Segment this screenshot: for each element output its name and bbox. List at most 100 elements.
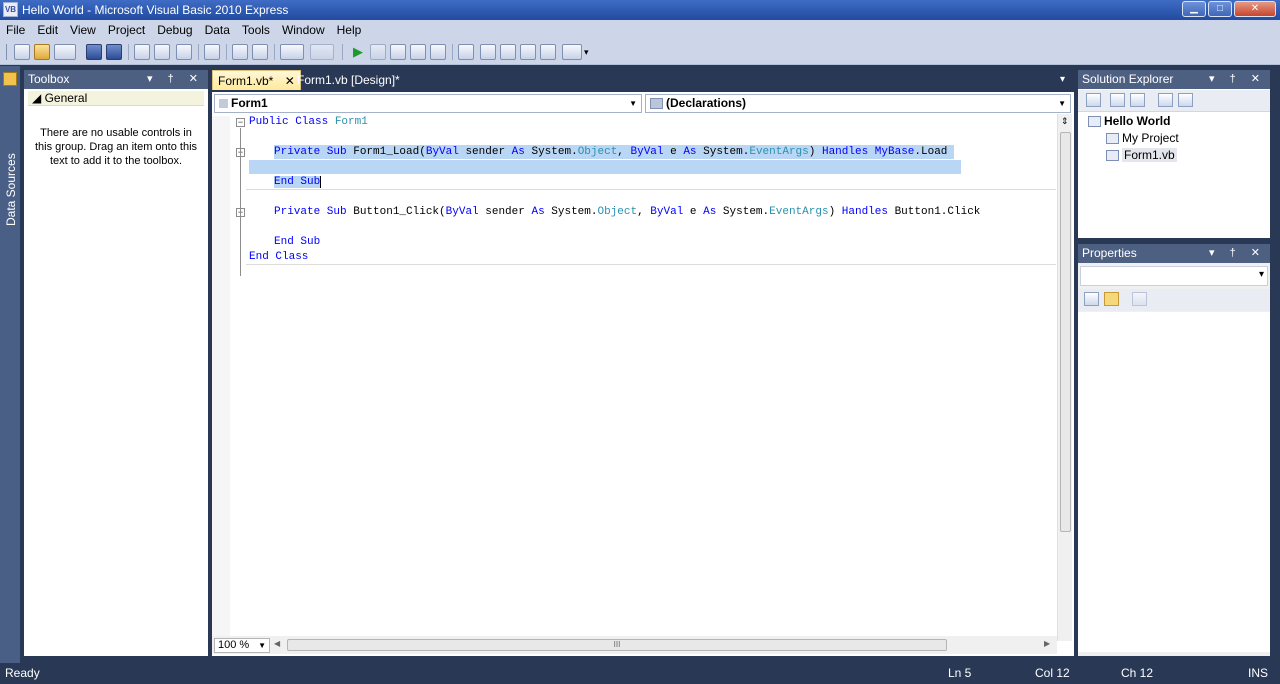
tab-form1-design[interactable]: Form1.vb [Design]* [292, 70, 405, 90]
save-icon[interactable] [86, 44, 102, 60]
add-item-icon[interactable] [54, 44, 76, 60]
undo-icon[interactable] [280, 44, 304, 60]
maximize-icon[interactable]: □ [1208, 1, 1232, 17]
chevron-down-icon[interactable]: ▼ [258, 639, 266, 652]
code-line-10[interactable]: End Class [249, 250, 308, 264]
object-selector-combo[interactable]: ▾ [1080, 266, 1268, 286]
menu-edit[interactable]: Edit [31, 20, 64, 40]
toolbox-group-general[interactable]: ◢ General [28, 91, 204, 106]
menu-debug[interactable]: Debug [151, 20, 198, 40]
tree-item-my-project[interactable]: My Project [1106, 130, 1179, 146]
zoom-combo[interactable]: 100 % ▼ [214, 638, 270, 653]
error-list-icon[interactable] [562, 44, 582, 60]
code-line-3-selected[interactable]: Private Sub Form1_Load(ByVal sender As S… [274, 145, 955, 159]
menu-data[interactable]: Data [199, 20, 236, 40]
minimize-icon[interactable]: ▁ [1182, 1, 1206, 17]
tree-item-solution[interactable]: Hello World [1088, 113, 1170, 129]
new-project-icon[interactable] [14, 44, 30, 60]
paste-icon[interactable] [176, 44, 192, 60]
property-grid[interactable] [1078, 312, 1270, 652]
menu-help[interactable]: Help [331, 20, 368, 40]
menu-view[interactable]: View [64, 20, 102, 40]
tab-form1-vb[interactable]: Form1.vb* ✕ [212, 70, 301, 90]
data-sources-tab[interactable]: Data Sources [4, 153, 18, 226]
tab-list-dropdown-icon[interactable]: ▾ [1055, 70, 1070, 90]
properties-icon[interactable] [1110, 93, 1125, 107]
solution-explorer-window-buttons[interactable]: ▾ † ✕ [1209, 70, 1266, 89]
tree-item-form1[interactable]: Form1.vb [1106, 147, 1177, 163]
splitter-icon[interactable]: ⇕ [1061, 116, 1069, 127]
identifier: sender [458, 146, 512, 158]
punctuation: ) [828, 206, 842, 218]
menu-file[interactable]: File [0, 20, 31, 40]
collapse-icon[interactable]: − [236, 118, 245, 127]
comment-icon[interactable] [232, 44, 248, 60]
step-into-icon[interactable] [390, 44, 406, 60]
keyword: ByVal [630, 146, 664, 158]
code-line-5[interactable]: End Sub [274, 175, 322, 189]
tree-item-label: My Project [1122, 131, 1179, 145]
property-pages-icon[interactable] [1132, 292, 1147, 306]
chevron-down-icon[interactable]: ▼ [629, 95, 637, 112]
scroll-left-icon[interactable]: ◀ [274, 639, 280, 648]
method-name: Button1_Click( [353, 206, 446, 218]
toolbar-grip[interactable] [6, 44, 7, 60]
class-name-combo[interactable]: Form1 ▼ [214, 94, 642, 113]
horizontal-scroll-thumb[interactable]: III [287, 639, 947, 651]
keyword: End Class [249, 251, 309, 263]
indicator-margin[interactable] [212, 116, 230, 641]
toolbar-separator [198, 44, 199, 60]
keyword: Private Sub [274, 146, 354, 158]
categorized-icon[interactable] [1084, 292, 1099, 306]
close-icon[interactable]: ✕ [1234, 1, 1276, 17]
object-browser-icon[interactable] [500, 44, 516, 60]
menu-project[interactable]: Project [102, 20, 151, 40]
code-line-9[interactable]: End Sub [274, 235, 320, 249]
menu-window[interactable]: Window [276, 20, 331, 40]
vertical-scrollbar[interactable]: ⇕ [1057, 114, 1072, 641]
start-debugging-icon[interactable]: ▶ [350, 44, 366, 60]
keyword: As [531, 206, 545, 218]
properties-window-icon[interactable] [480, 44, 496, 60]
cut-icon[interactable] [134, 44, 150, 60]
method-name-combo[interactable]: (Declarations) ▼ [645, 94, 1071, 113]
redo-icon[interactable] [310, 44, 334, 60]
step-over-icon[interactable] [410, 44, 426, 60]
vb-app-icon: VB [3, 2, 18, 17]
start-page-icon[interactable] [540, 44, 556, 60]
toolbox-window-buttons[interactable]: ▾ † ✕ [147, 70, 204, 89]
uncomment-icon[interactable] [252, 44, 268, 60]
stop-debugging-icon[interactable] [370, 44, 386, 60]
find-icon[interactable] [204, 44, 220, 60]
data-sources-icon[interactable] [3, 72, 17, 86]
code-line-7[interactable]: Private Sub Button1_Click(ByVal sender A… [274, 205, 980, 219]
vertical-scroll-thumb[interactable] [1060, 132, 1071, 532]
status-bar: Ready Ln 5 Col 12 Ch 12 INS [0, 663, 1280, 684]
alphabetical-icon[interactable] [1104, 292, 1119, 306]
step-out-icon[interactable] [430, 44, 446, 60]
view-designer-icon[interactable] [1178, 93, 1193, 107]
scroll-right-icon[interactable]: ▶ [1044, 639, 1050, 648]
view-code-icon[interactable] [1158, 93, 1173, 107]
type-name: Object [577, 146, 618, 158]
editor-bottom-bar: 100 % ▼ ◀ III ▶ [212, 636, 1057, 654]
toolbox-icon[interactable] [520, 44, 536, 60]
tree-item-label: Form1.vb [1122, 148, 1177, 162]
copy-icon[interactable] [154, 44, 170, 60]
save-all-icon[interactable] [106, 44, 122, 60]
toolbar-overflow-icon[interactable]: ▾ [584, 44, 592, 60]
code-line-4-selected-blank[interactable] [249, 160, 1059, 174]
open-file-icon[interactable] [34, 44, 50, 60]
show-all-files-icon[interactable] [1086, 93, 1101, 107]
chevron-down-icon[interactable]: ▾ [1259, 269, 1264, 280]
type-name: EventArgs [769, 206, 829, 218]
properties-window-buttons[interactable]: ▾ † ✕ [1209, 244, 1266, 263]
chevron-down-icon[interactable]: ▼ [1058, 95, 1066, 112]
keyword: Handles [821, 146, 869, 158]
refresh-icon[interactable] [1130, 93, 1145, 107]
code-line-1[interactable]: Public Class Form1 [249, 115, 368, 129]
menu-tools[interactable]: Tools [236, 20, 276, 40]
text-caret [320, 176, 322, 188]
solution-explorer-icon[interactable] [458, 44, 474, 60]
toolbar-separator [342, 44, 343, 60]
